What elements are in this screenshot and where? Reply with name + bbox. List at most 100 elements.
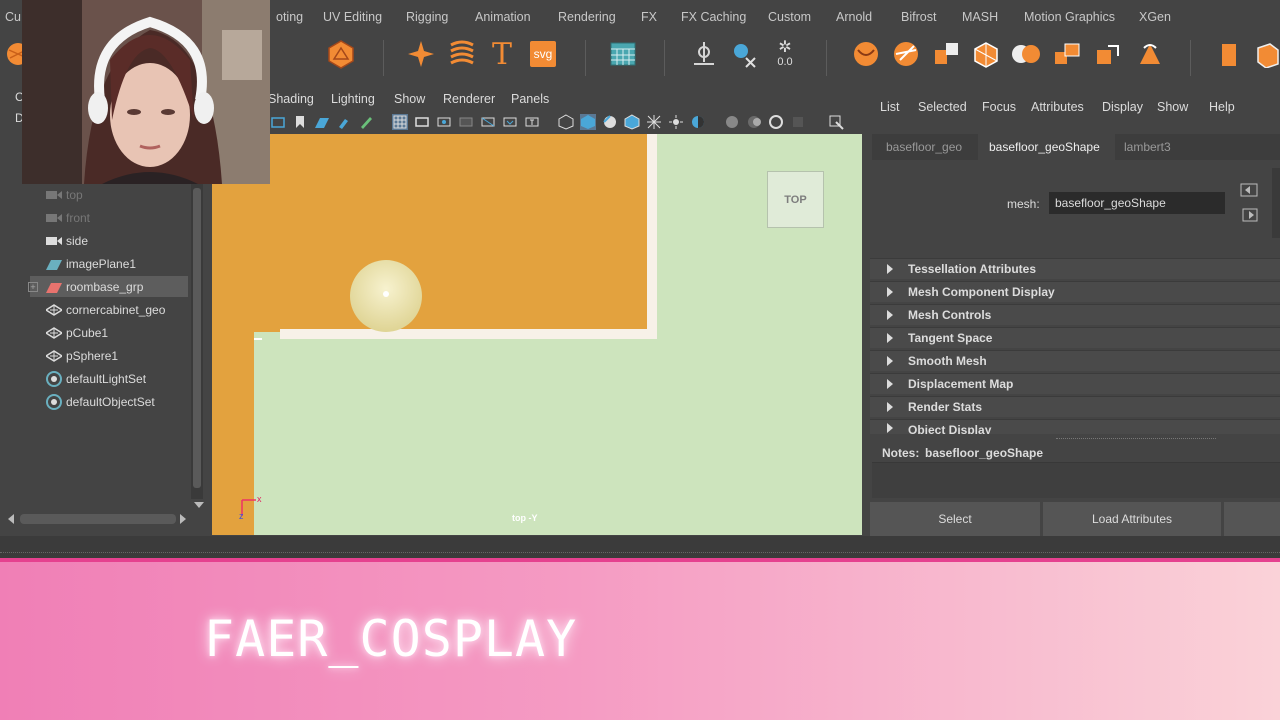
menu-panels[interactable]: Panels: [511, 92, 549, 106]
grid-toggle-icon[interactable]: [392, 114, 408, 130]
isolate-select-icon[interactable]: [828, 114, 844, 130]
outliner-item-defaultobjectset[interactable]: defaultObjectSet: [30, 391, 188, 412]
locator-icon[interactable]: [688, 38, 720, 70]
load-attributes-button[interactable]: Load Attributes: [1043, 502, 1221, 536]
menu-show[interactable]: Show: [394, 92, 425, 106]
mirror-icon[interactable]: [1051, 38, 1083, 70]
copy-tab-button[interactable]: [1224, 502, 1280, 536]
ae-menu-help[interactable]: Help: [1209, 100, 1235, 114]
bevel-icon[interactable]: [890, 38, 922, 70]
outliner-item-roombase-grp[interactable]: + roombase_grp: [28, 276, 188, 297]
shelf-tab-scripting[interactable]: oting: [276, 10, 303, 24]
outliner-item-defaultlightset[interactable]: defaultLightSet: [30, 368, 188, 389]
depth-of-field-icon[interactable]: [790, 114, 806, 130]
shelf-tab-xgen[interactable]: XGen: [1139, 10, 1171, 24]
section-displacement-map[interactable]: Displacement Map: [870, 373, 1280, 394]
cube-outline-icon[interactable]: [1250, 38, 1280, 70]
ae-menu-attributes[interactable]: Attributes: [1031, 100, 1084, 114]
outliner-scroll-thumb[interactable]: [193, 188, 201, 488]
shelf-tab-mash[interactable]: MASH: [962, 10, 998, 24]
svg-tool-icon[interactable]: svg: [527, 38, 559, 70]
shelf-tab-motion-graphics[interactable]: Motion Graphics: [1024, 10, 1115, 24]
shelf-tab-animation[interactable]: Animation: [475, 10, 531, 24]
ae-tab-material[interactable]: lambert3: [1124, 140, 1171, 154]
shelf-tab-custom[interactable]: Custom: [768, 10, 811, 24]
menu-renderer[interactable]: Renderer: [443, 92, 495, 106]
platonic-solid-icon[interactable]: [325, 38, 357, 70]
outliner-item-side[interactable]: side: [30, 230, 188, 251]
outliner-item-front[interactable]: front: [30, 207, 188, 228]
motion-blur-icon[interactable]: [746, 114, 762, 130]
outliner-item-pcube1[interactable]: pCube1: [30, 322, 188, 343]
delete-history-icon[interactable]: [728, 38, 760, 70]
section-mesh-component-display[interactable]: Mesh Component Display: [870, 281, 1280, 302]
smooth-shade-icon[interactable]: [580, 114, 596, 130]
bookmark-icon[interactable]: [292, 114, 308, 130]
soft-mod-icon[interactable]: [850, 38, 882, 70]
outliner-item-cornercabinet-geo[interactable]: cornercabinet_geo: [30, 299, 188, 320]
splitter-handle[interactable]: [1056, 438, 1216, 440]
shelf-tab-fx[interactable]: FX: [641, 10, 657, 24]
scroll-right-arrow-icon[interactable]: [180, 514, 186, 524]
shelf-tab-uv-editing[interactable]: UV Editing: [323, 10, 382, 24]
cube-face-icon[interactable]: [1212, 38, 1244, 70]
freeze-transform-icon[interactable]: ✲ 0.0: [769, 38, 801, 70]
presets-icon[interactable]: [1242, 208, 1260, 222]
extrude-icon[interactable]: [1092, 38, 1124, 70]
sparkle-icon[interactable]: [405, 38, 437, 70]
outliner-item-top[interactable]: top: [30, 184, 188, 205]
ae-menu-display[interactable]: Display: [1102, 100, 1143, 114]
notes-textarea[interactable]: [872, 462, 1280, 498]
ae-tab-shape[interactable]: basefloor_geoShape: [989, 140, 1100, 154]
image-plane-tool-icon[interactable]: [314, 114, 330, 130]
text-tool-icon[interactable]: T: [486, 37, 518, 72]
section-render-stats[interactable]: Render Stats: [870, 396, 1280, 417]
menu-lighting[interactable]: Lighting: [331, 92, 375, 106]
ae-menu-selected[interactable]: Selected: [918, 100, 967, 114]
expand-icon[interactable]: +: [28, 281, 38, 292]
separate-icon[interactable]: [970, 38, 1002, 70]
checker-icon[interactable]: [646, 114, 662, 130]
outliner-item-psphere1[interactable]: pSphere1: [30, 345, 188, 366]
grease-pencil-icon[interactable]: [336, 114, 352, 130]
select-button[interactable]: Select: [870, 502, 1040, 536]
field-chart-icon[interactable]: [480, 114, 496, 130]
lights-icon[interactable]: [668, 114, 684, 130]
shelf-tab-rendering[interactable]: Rendering: [558, 10, 616, 24]
anti-alias-icon[interactable]: [768, 114, 784, 130]
shelf-tab-rigging[interactable]: Rigging: [406, 10, 448, 24]
menu-shading[interactable]: Shading: [268, 92, 314, 106]
time-slider[interactable]: [0, 536, 1280, 558]
scroll-left-arrow-icon[interactable]: [8, 514, 14, 524]
mesh-name-field[interactable]: basefloor_geoShape: [1049, 192, 1225, 214]
shadows-icon[interactable]: [690, 114, 706, 130]
safe-action-icon[interactable]: [502, 114, 518, 130]
shelf-tab-arnold[interactable]: Arnold: [836, 10, 872, 24]
viewport-3d[interactable]: TOP top -Y x z: [212, 134, 862, 535]
camera-select-icon[interactable]: [270, 114, 286, 130]
shelf-tab-cu[interactable]: Cu: [5, 10, 21, 24]
grid-window-icon[interactable]: [607, 38, 639, 70]
ae-tab-transform[interactable]: basefloor_geo: [886, 140, 962, 154]
outliner-scrollbar[interactable]: [191, 184, 203, 499]
section-tangent-space[interactable]: Tangent Space: [870, 327, 1280, 348]
section-smooth-mesh[interactable]: Smooth Mesh: [870, 350, 1280, 371]
section-mesh-controls[interactable]: Mesh Controls: [870, 304, 1280, 325]
pencil-icon[interactable]: [358, 114, 374, 130]
outliner-hscroll-thumb[interactable]: [20, 514, 176, 524]
ae-menu-focus[interactable]: Focus: [982, 100, 1016, 114]
focus-icon[interactable]: [1240, 183, 1258, 197]
safe-title-icon[interactable]: [524, 114, 540, 130]
wireframe-icon[interactable]: [558, 114, 574, 130]
helix-icon[interactable]: [446, 38, 478, 70]
gate-mask-icon[interactable]: [458, 114, 474, 130]
ae-header-scrollbar[interactable]: [1272, 168, 1280, 238]
ambient-occlusion-icon[interactable]: [724, 114, 740, 130]
ae-menu-list[interactable]: List: [880, 100, 899, 114]
textured-icon[interactable]: [624, 114, 640, 130]
outliner-item-imageplane1[interactable]: imagePlane1: [30, 253, 188, 274]
resolution-gate-icon[interactable]: [436, 114, 452, 130]
shelf-tab-fx-caching[interactable]: FX Caching: [681, 10, 746, 24]
film-gate-icon[interactable]: [414, 114, 430, 130]
section-object-display[interactable]: Object Display: [870, 419, 1280, 434]
